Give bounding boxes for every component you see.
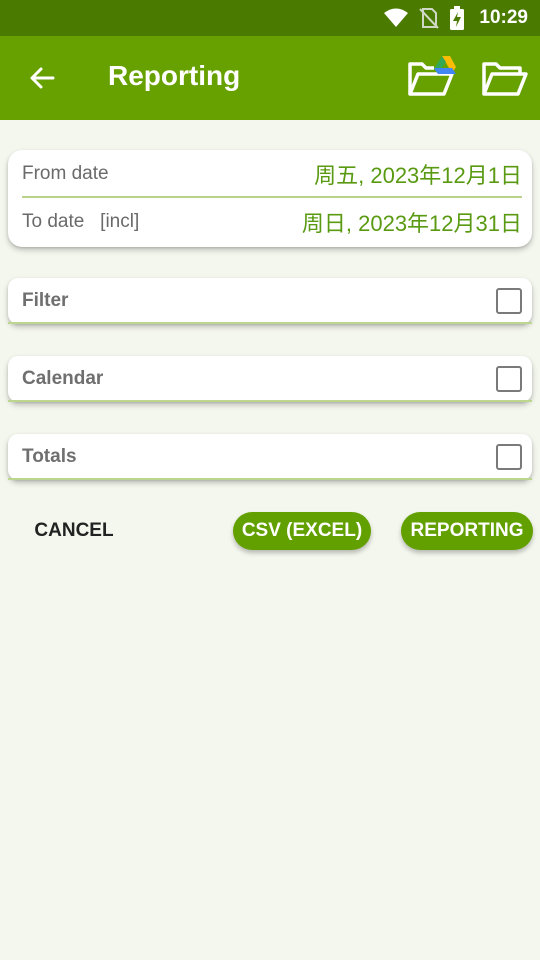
- divider: [8, 322, 532, 324]
- totals-label: Totals: [22, 446, 77, 467]
- reporting-button[interactable]: REPORTING: [401, 512, 533, 550]
- back-arrow-icon: [30, 67, 55, 89]
- cancel-button[interactable]: CANCEL: [22, 512, 126, 550]
- to-date-label: To date [incl]: [22, 211, 140, 232]
- divider: [8, 400, 532, 402]
- folder-export-button[interactable]: [478, 54, 530, 102]
- status-bar: 10:29: [0, 0, 540, 36]
- from-date-label: From date: [22, 163, 109, 184]
- no-sim-icon: [419, 8, 440, 29]
- calendar-option[interactable]: Calendar: [8, 356, 532, 402]
- app-bar: Reporting: [0, 36, 540, 120]
- totals-option[interactable]: Totals: [8, 434, 532, 480]
- google-drive-folder-icon: [408, 56, 456, 96]
- to-date-row[interactable]: To date [incl] 周日, 2023年12月31日: [22, 200, 522, 244]
- divider: [22, 196, 522, 198]
- totals-checkbox[interactable]: [496, 444, 522, 470]
- status-time: 10:29: [479, 7, 528, 28]
- filter-option[interactable]: Filter: [8, 278, 532, 324]
- filter-checkbox[interactable]: [496, 288, 522, 314]
- from-date-row[interactable]: From date 周五, 2023年12月1日: [22, 152, 522, 196]
- from-date-value[interactable]: 周五, 2023年12月1日: [314, 158, 522, 190]
- calendar-checkbox[interactable]: [496, 366, 522, 392]
- status-icons: 10:29: [383, 0, 528, 36]
- to-date-value[interactable]: 周日, 2023年12月31日: [302, 206, 522, 238]
- filter-label: Filter: [22, 290, 69, 311]
- page-title: Reporting: [108, 60, 241, 91]
- back-button[interactable]: [22, 58, 62, 98]
- battery-charging-icon: [450, 6, 465, 30]
- google-drive-export-button[interactable]: [406, 54, 458, 102]
- csv-excel-button[interactable]: CSV (EXCEL): [233, 512, 371, 550]
- calendar-label: Calendar: [22, 368, 104, 389]
- wifi-icon: [384, 8, 409, 27]
- divider: [8, 478, 532, 480]
- date-range-card: From date 周五, 2023年12月1日 To date [incl] …: [8, 150, 532, 247]
- folder-open-icon: [482, 62, 528, 96]
